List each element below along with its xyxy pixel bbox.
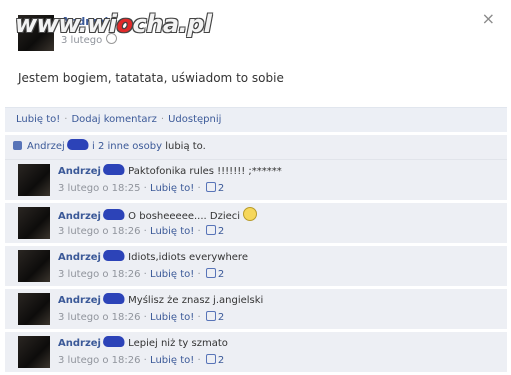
comment-author[interactable]: Andrzej xyxy=(58,252,101,263)
comment-text: Idiots,idiots everywhere xyxy=(128,252,248,263)
comment-like-button[interactable]: Lubię to! xyxy=(150,226,194,237)
comment-author[interactable]: Andrzej xyxy=(58,211,101,222)
scribble-redaction xyxy=(101,209,127,220)
comment-time[interactable]: 3 lutego o 18:26 xyxy=(58,312,141,323)
comment-like-button[interactable]: Lubię to! xyxy=(150,269,194,280)
likes-summary: Andrzej i 2 inne osoby lubią to. xyxy=(5,135,507,160)
scribble-redaction xyxy=(101,164,127,175)
comment-item: Andrzej Myślisz że znasz j.angielski 3 l… xyxy=(5,289,507,330)
scribble-redaction xyxy=(101,336,127,347)
comment-text: O bosheeeee.... Dzieci xyxy=(128,211,241,222)
comment-author[interactable]: Andrzej xyxy=(58,166,101,177)
share-button[interactable]: Udostępnij xyxy=(168,114,221,125)
scribble-redaction xyxy=(65,139,91,150)
comment-author[interactable]: Andrzej xyxy=(58,338,101,349)
thumbs-up-icon xyxy=(205,225,216,235)
likes-suffix: lubią to. xyxy=(165,141,206,152)
scribble-redaction xyxy=(101,293,127,304)
like-button[interactable]: Lubię to! xyxy=(16,114,60,125)
smiley-icon xyxy=(243,207,258,221)
avatar[interactable] xyxy=(18,336,50,368)
separator: · xyxy=(160,114,165,125)
comment-item: Andrzej Paktofonika rules !!!!!!! ;*****… xyxy=(5,160,507,201)
watermark: www.wiocha.pl xyxy=(15,10,212,38)
thumbs-up-icon xyxy=(205,182,216,192)
comment-time[interactable]: 3 lutego o 18:25 xyxy=(58,183,141,194)
comment-button[interactable]: Dodaj komentarz xyxy=(71,114,156,125)
comment-list: Andrzej Paktofonika rules !!!!!!! ;*****… xyxy=(5,160,507,375)
like-count[interactable]: 2 xyxy=(218,183,224,194)
comment-like-button[interactable]: Lubię to! xyxy=(150,183,194,194)
comment-text: Myślisz że znasz j.angielski xyxy=(128,295,264,306)
avatar[interactable] xyxy=(18,250,50,282)
close-icon[interactable]: × xyxy=(482,9,495,29)
comment-like-button[interactable]: Lubię to! xyxy=(150,355,194,366)
comment-time[interactable]: 3 lutego o 18:26 xyxy=(58,269,141,280)
like-count[interactable]: 2 xyxy=(218,312,224,323)
comment-item: Andrzej O bosheeeee.... Dzieci 3 lutego … xyxy=(5,203,507,244)
comment-time[interactable]: 3 lutego o 18:26 xyxy=(58,226,141,237)
scribble-redaction xyxy=(101,250,127,261)
post-actions-bar: Lubię to! · Dodaj komentarz · Udostępnij xyxy=(5,107,507,132)
thumbs-up-icon xyxy=(205,268,216,278)
comment-text: Lepiej niż ty szmato xyxy=(128,338,228,349)
post-card: Andrzej 3 lutego www.wiocha.pl × Jestem … xyxy=(5,5,507,373)
like-count[interactable]: 2 xyxy=(218,269,224,280)
liker-name[interactable]: Andrzej xyxy=(27,141,65,152)
like-count[interactable]: 2 xyxy=(218,355,224,366)
comment-like-button[interactable]: Lubię to! xyxy=(150,312,194,323)
post-header: Andrzej 3 lutego www.wiocha.pl × xyxy=(5,5,507,55)
comment-item: Andrzej Idiots,idiots everywhere 3 luteg… xyxy=(5,246,507,287)
comment-author[interactable]: Andrzej xyxy=(58,295,101,306)
avatar[interactable] xyxy=(18,164,50,196)
separator: · xyxy=(64,114,68,125)
avatar[interactable] xyxy=(18,207,50,239)
post-text: Jestem bogiem, tatatata, uświadom to sob… xyxy=(18,71,284,85)
thumbs-up-icon xyxy=(205,311,216,321)
comment-text: Paktofonika rules !!!!!!! ;****** xyxy=(128,166,282,177)
others-link[interactable]: i 2 inne osoby xyxy=(92,141,162,152)
thumbs-up-icon xyxy=(13,141,22,150)
like-count[interactable]: 2 xyxy=(218,226,224,237)
comment-time[interactable]: 3 lutego o 18:26 xyxy=(58,355,141,366)
avatar[interactable] xyxy=(18,293,50,325)
comment-item: Andrzej Lepiej niż ty szmato 3 lutego o … xyxy=(5,332,507,373)
